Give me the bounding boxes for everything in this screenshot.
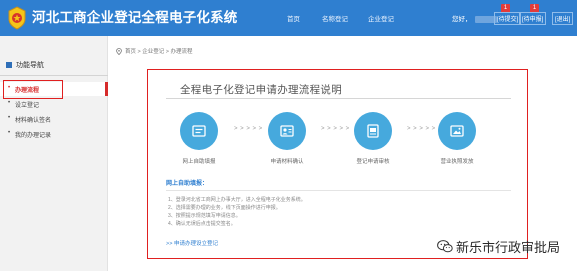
step-4-circle <box>438 112 476 150</box>
sidebar-item-records[interactable]: • 我的办理记录 <box>0 127 108 141</box>
instruction-line: 2、选择需要办理的业务，线下页面操作进行申报。 <box>168 205 281 211</box>
breadcrumb-text: 首页 > 企业登记 > 办理流程 <box>125 49 193 55</box>
user-greeting: 您好， <box>452 13 497 23</box>
emblem-logo-icon <box>8 6 26 30</box>
active-indicator <box>105 82 108 96</box>
top-header: 河北工商企业登记全程电子化系统 首页 名称登记 企业登记 您好， 1 [待提交]… <box>0 0 577 36</box>
nav-name-registration-link[interactable]: 名称登记 <box>322 13 348 23</box>
bullet-icon: • <box>8 130 11 136</box>
step-arrows: > > > > > <box>234 126 263 132</box>
sidebar-item-establish[interactable]: • 设立登记 <box>0 97 108 111</box>
sidebar-item-sign[interactable]: • 材料确认签名 <box>0 112 108 126</box>
process-panel: 全程电子化登记申请办理流程说明 > > > > > > > > > > > > … <box>147 69 528 259</box>
wechat-icon <box>437 240 453 253</box>
form-icon <box>192 125 206 137</box>
sidebar: 功能导航 • 办理流程 • 设立登记 • 材料确认签名 • 我的办理记录 <box>0 36 108 271</box>
bullet-icon: • <box>8 115 11 121</box>
panel-title: 全程电子化登记申请办理流程说明 <box>180 84 342 96</box>
watermark-text: 新乐市行政审批局 <box>456 240 561 255</box>
review-icon <box>367 124 379 138</box>
bullet-icon: • <box>8 100 11 106</box>
step-2-circle <box>268 112 306 150</box>
step-arrows: > > > > > <box>321 126 350 132</box>
step-arrows: > > > > > <box>407 126 436 132</box>
apply-establish-link[interactable]: >> 申请办理设立登记 <box>166 239 218 247</box>
logout-button[interactable]: [退出] <box>552 12 574 25</box>
step-4-label: 营业执照发放 <box>440 159 474 165</box>
sidebar-item-label: 设立登记 <box>15 103 40 109</box>
step-3-label: 登记申请审核 <box>356 159 390 165</box>
step-1-label: 网上自助填报 <box>182 159 216 165</box>
nav-home-link[interactable]: 首页 <box>287 13 300 23</box>
step-3-circle <box>354 112 392 150</box>
instruction-line: 3、按照提示规范填写申请信息。 <box>168 213 241 219</box>
location-pin-icon <box>116 48 122 56</box>
license-icon <box>450 125 464 137</box>
section-title: 网上自助填报： <box>166 181 209 187</box>
sidebar-item-label: 我的办理记录 <box>15 133 52 139</box>
sidebar-item-label: 材料确认签名 <box>15 118 52 124</box>
id-card-icon <box>280 125 294 137</box>
sidebar-heading-label: 功能导航 <box>16 62 44 69</box>
title-divider <box>166 98 511 99</box>
pending-submit-button[interactable]: [待提交] <box>494 12 522 25</box>
section-divider <box>166 190 511 191</box>
step-1-circle <box>180 112 218 150</box>
sidebar-divider <box>0 75 108 76</box>
instruction-line: 1、登录河北省工商网上办事大厅，进入全程电子化业务系统。 <box>168 197 306 203</box>
pending-declare-button[interactable]: [待申报] <box>519 12 547 25</box>
step-2-label: 申请材料确认 <box>270 159 304 165</box>
nav-business-registration-link[interactable]: 企业登记 <box>368 13 394 23</box>
sidebar-heading: 功能导航 <box>0 58 108 72</box>
breadcrumb: 首页 > 企业登记 > 办理流程 <box>116 47 193 56</box>
highlight-box <box>3 80 63 99</box>
square-icon <box>6 62 12 68</box>
site-title: 河北工商企业登记全程电子化系统 <box>32 10 238 25</box>
greeting-text: 您好， <box>452 16 472 23</box>
instruction-line: 4、确认无误后点击提交签名。 <box>168 221 236 227</box>
